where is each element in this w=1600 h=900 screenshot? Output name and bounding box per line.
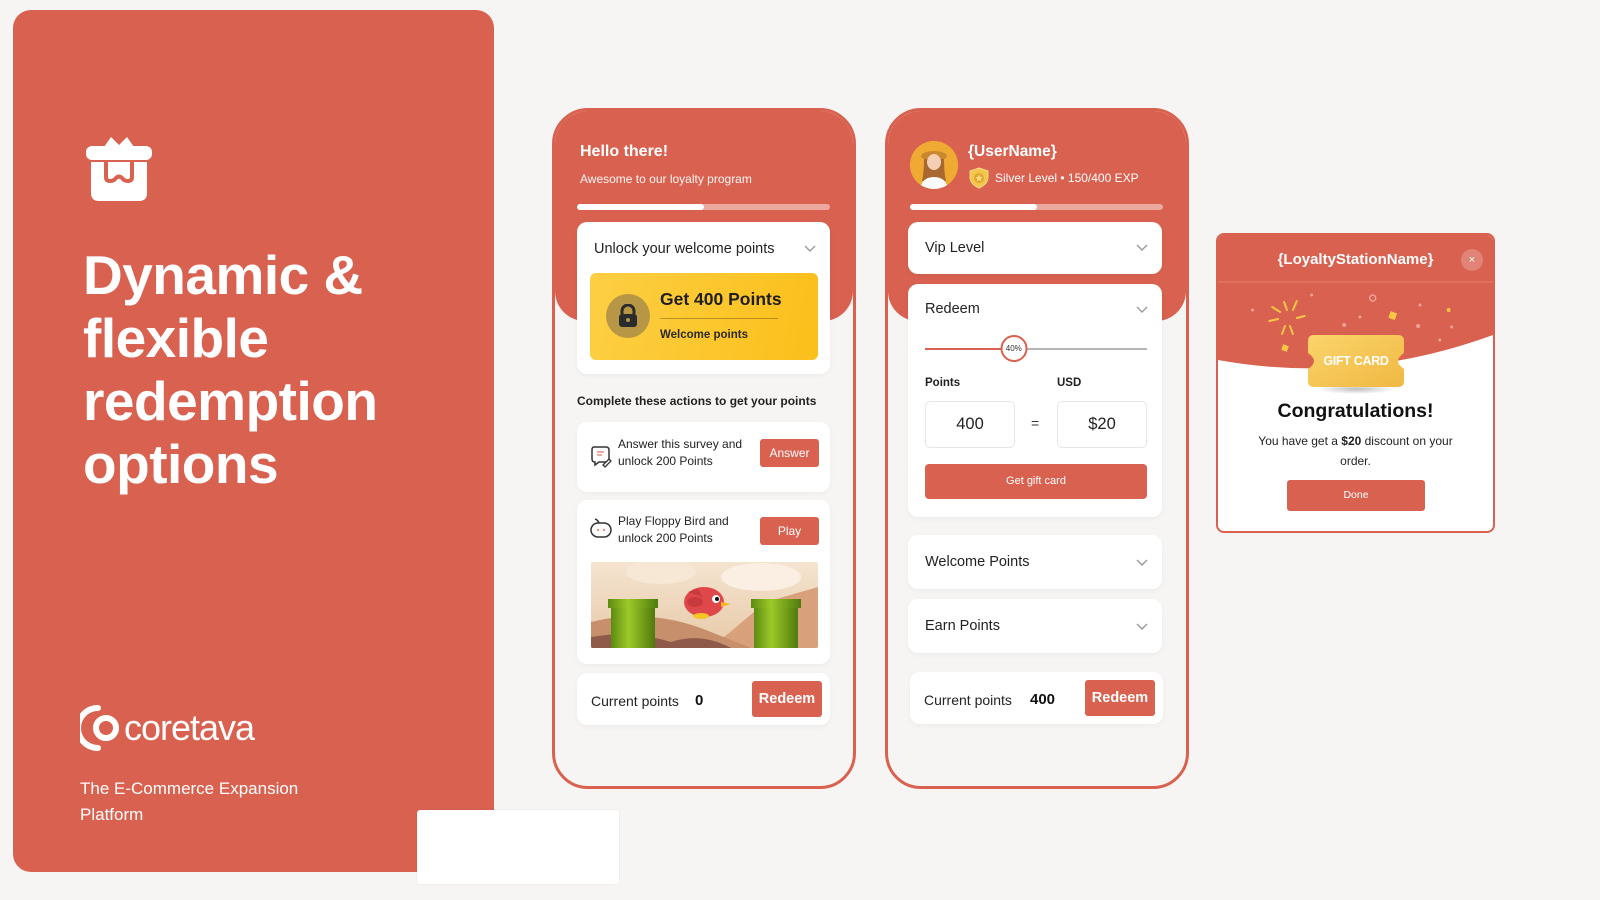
congrats-modal: {LoyaltyStationName} × GIFT CARD Congrat…: [1216, 233, 1495, 533]
current-points-label: Current points: [591, 693, 679, 709]
redeem-button[interactable]: Redeem: [1085, 680, 1155, 716]
action-survey-card: Answer this survey and unlock 200 Points…: [577, 422, 830, 492]
user-avatar[interactable]: [910, 141, 958, 189]
unlock-card-title: Unlock your welcome points: [594, 241, 775, 257]
discount-amount: $20: [1341, 434, 1362, 448]
hero-panel: Dynamic & flexible redemption options co…: [13, 10, 494, 872]
equals-sign: =: [1031, 415, 1040, 431]
reward-subtitle: Welcome points: [660, 329, 748, 341]
phone-welcome: Hello there! Awesome to our loyalty prog…: [552, 108, 856, 789]
action-survey-text: Answer this survey and unlock 200 Points: [618, 437, 743, 468]
chevron-down-icon[interactable]: [1136, 623, 1148, 631]
gift-card-ticket: GIFT CARD: [1308, 335, 1404, 394]
points-input[interactable]: [925, 401, 1015, 448]
actions-heading: Complete these actions to get your point…: [577, 394, 817, 408]
current-points-value: 0: [695, 692, 704, 709]
reward-title: Get 400 Points: [660, 289, 782, 309]
redeem-slider[interactable]: 40%: [925, 335, 1147, 362]
exp-progress-bar: [910, 204, 1163, 210]
silver-level-shield-icon: [969, 167, 989, 189]
progress-fill: [910, 204, 1037, 210]
chevron-down-icon[interactable]: [1136, 559, 1148, 567]
hero-title: Dynamic & flexible redemption options: [83, 244, 378, 495]
reward-divider: [660, 318, 778, 319]
modal-title: {LoyaltyStationName}: [1277, 251, 1434, 268]
vip-level-accordion[interactable]: Vip Level: [908, 222, 1162, 274]
avatar-image: [910, 141, 958, 189]
gift-card-label: GIFT CARD: [1323, 354, 1389, 368]
message-prefix: You have get a: [1258, 434, 1342, 448]
chevron-down-icon[interactable]: [804, 245, 816, 253]
level-row: Silver Level • 150/400 EXP: [968, 167, 1139, 189]
redeem-title: Redeem: [925, 301, 980, 317]
unlock-welcome-card[interactable]: Unlock your welcome points Get 400 Point…: [577, 222, 830, 374]
game-controller-icon: [590, 518, 612, 538]
level-text: Silver Level • 150/400 EXP: [995, 171, 1139, 185]
current-points-label: Current points: [924, 692, 1012, 708]
survey-icon: [591, 446, 612, 468]
greeting-title: Hello there!: [580, 143, 669, 160]
gift-box-icon: [86, 137, 152, 201]
welcome-progress-bar: [577, 204, 830, 210]
tagline: The E-Commerce Expansion Platform: [80, 779, 299, 824]
action-game-card: Play Floppy Bird and unlock 200 Points P…: [577, 500, 830, 664]
greeting-subtitle: Awesome to our loyalty program: [580, 172, 752, 186]
earn-points-title: Earn Points: [925, 618, 1000, 634]
redeem-accordion: Redeem 40% Points USD = Get gift card: [908, 284, 1162, 517]
congrats-message: You have get a $20 discount on your orde…: [1248, 431, 1463, 471]
usd-field-label: USD: [1057, 377, 1082, 389]
brand-name: coretava: [124, 707, 255, 748]
done-button[interactable]: Done: [1287, 480, 1425, 511]
chevron-down-icon[interactable]: [1136, 306, 1148, 314]
vip-level-title: Vip Level: [925, 240, 985, 256]
chevron-down-icon[interactable]: [1136, 244, 1148, 252]
welcome-points-title: Welcome Points: [925, 554, 1030, 570]
play-button[interactable]: Play: [760, 517, 819, 545]
welcome-points-accordion[interactable]: Welcome Points: [908, 535, 1162, 589]
answer-button[interactable]: Answer: [760, 439, 819, 467]
brand-logo: coretava: [80, 704, 255, 752]
congrats-title: Congratulations!: [1277, 400, 1434, 422]
user-name: {UserName}: [968, 143, 1057, 160]
reward-banner: Get 400 Points Welcome points: [590, 273, 818, 360]
lock-badge: [606, 294, 650, 338]
current-points-card: Current points 0 Redeem: [577, 673, 830, 725]
redeem-button[interactable]: Redeem: [752, 681, 822, 717]
floppy-bird-game-preview[interactable]: [591, 562, 818, 648]
close-icon[interactable]: ×: [1461, 249, 1483, 271]
get-gift-card-button[interactable]: Get gift card: [925, 464, 1147, 499]
earn-points-accordion[interactable]: Earn Points: [908, 599, 1162, 653]
slider-thumb[interactable]: 40%: [1000, 335, 1028, 362]
coretava-logo-icon: [80, 705, 119, 751]
phone-redeem: {UserName} Silver Level • 150/400 EXP Vi…: [885, 108, 1189, 789]
progress-fill: [577, 204, 704, 210]
usd-input[interactable]: [1057, 401, 1147, 448]
blank-overlay-box: [417, 810, 619, 884]
lock-icon: [619, 304, 637, 327]
current-points-value: 400: [1030, 691, 1056, 708]
action-game-text: Play Floppy Bird and unlock 200 Points: [618, 514, 729, 545]
points-field-label: Points: [925, 377, 961, 389]
current-points-card: Current points 400 Redeem: [910, 672, 1163, 724]
